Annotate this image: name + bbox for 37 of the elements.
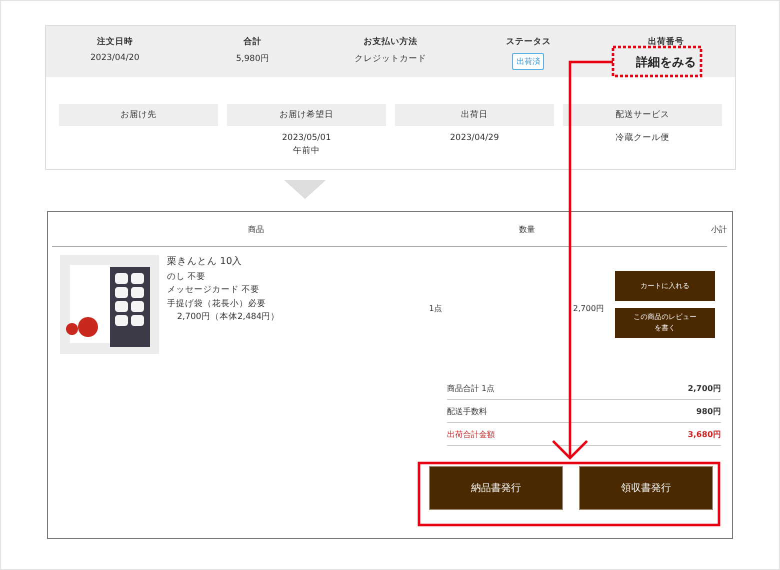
summary-label: 出荷番号 xyxy=(648,36,684,48)
step-arrow-icon xyxy=(284,180,326,199)
product-option: のし 不要 xyxy=(167,270,429,284)
summary-value: 2023/04/20 xyxy=(90,53,140,63)
total-amount: 2,700円 xyxy=(688,383,721,394)
delivery-label: お届け先 xyxy=(59,104,218,126)
total-amount: 3,680円 xyxy=(688,429,721,440)
product-price: 2,700円（本体2,484円） xyxy=(176,311,281,324)
issue-button[interactable]: 領収書発行 xyxy=(579,466,713,510)
summary-value: 5,980円 xyxy=(236,53,270,65)
summary-label: お支払い方法 xyxy=(363,36,418,48)
delivery-value: 冷蔵クール便 xyxy=(616,132,670,145)
summary-label: ステータス xyxy=(506,36,551,48)
subtotal: 2,700円 xyxy=(573,304,604,313)
delivery-label: 出荷日 xyxy=(395,104,554,126)
product-name: 栗きんとん 10入 xyxy=(167,255,244,268)
summary-label: 合計 xyxy=(244,36,262,48)
details-link[interactable]: 詳細をみる xyxy=(636,54,696,71)
column-header: 数量 xyxy=(518,224,536,234)
product-option: 手提げ袋（花長小）必要 xyxy=(167,298,429,311)
summary-value: クレジットカード xyxy=(354,53,426,65)
summary-label: 注文日時 xyxy=(96,36,133,48)
delivery-value: 午前中 xyxy=(293,145,320,158)
delivery-label: お届け希望日 xyxy=(227,104,386,126)
column-header: 商品 xyxy=(247,224,265,234)
quantity: 1点 xyxy=(429,304,442,313)
total-label: 出荷合計金額 xyxy=(447,429,495,440)
delivery-label: 配送サービス xyxy=(563,104,722,126)
column-header: 小計 xyxy=(710,224,727,234)
status-badge: 出荷済 xyxy=(512,53,544,70)
total-label: 商品合計 1点 xyxy=(447,383,495,394)
product-option: メッセージカード 不要 xyxy=(167,284,429,298)
delivery-value: 2023/04/29 xyxy=(450,132,499,145)
total-label: 配送手数料 xyxy=(447,406,487,417)
delivery-value: 2023/05/01 xyxy=(282,132,331,145)
issue-button[interactable]: 納品書発行 xyxy=(429,466,563,510)
total-amount: 980円 xyxy=(696,406,721,417)
